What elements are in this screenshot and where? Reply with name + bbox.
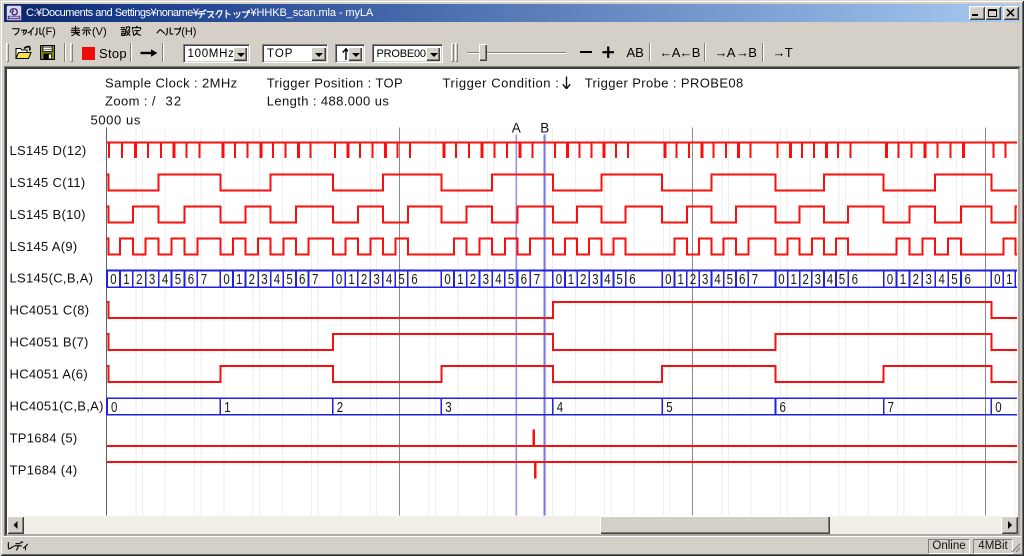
svg-text:LS145 A(9): LS145 A(9) [10, 239, 78, 254]
svg-text:2: 2 [470, 272, 476, 288]
svg-text:5: 5 [616, 272, 622, 288]
svg-text:Trigger Condition :: Trigger Condition : [443, 76, 560, 91]
svg-text:5: 5 [839, 272, 845, 288]
svg-text:7: 7 [752, 272, 758, 288]
svg-text:Trigger Probe : PROBE08: Trigger Probe : PROBE08 [585, 76, 744, 91]
svg-text:1: 1 [457, 272, 463, 288]
svg-text:6: 6 [299, 272, 305, 288]
svg-text:2: 2 [913, 272, 919, 288]
svg-text:4: 4 [557, 400, 563, 416]
svg-text:4: 4 [386, 272, 392, 288]
svg-text:4: 4 [604, 272, 610, 288]
svg-text:Zoom : /: Zoom : / [105, 94, 156, 109]
svg-text:2: 2 [361, 272, 367, 288]
svg-text:LS145(C,B,A): LS145(C,B,A) [10, 271, 94, 286]
svg-text:TP1684 (5): TP1684 (5) [10, 430, 78, 445]
svg-text:1: 1 [348, 272, 354, 288]
svg-text:3: 3 [815, 272, 821, 288]
svg-text:0: 0 [556, 272, 562, 288]
svg-text:2: 2 [249, 272, 255, 288]
svg-text:5: 5 [666, 400, 672, 416]
svg-text:3: 3 [483, 272, 489, 288]
svg-text:5: 5 [398, 272, 404, 288]
svg-text:6: 6 [852, 272, 858, 288]
svg-text:Length : 488.000 us: Length : 488.000 us [267, 94, 390, 109]
svg-text:3: 3 [592, 272, 598, 288]
svg-text:0: 0 [995, 400, 1001, 416]
svg-text:5: 5 [286, 272, 292, 288]
svg-text:4: 4 [714, 272, 720, 288]
svg-text:1: 1 [568, 272, 574, 288]
svg-text:4: 4 [939, 272, 945, 288]
svg-text:6: 6 [965, 272, 971, 288]
svg-text:1: 1 [123, 272, 129, 288]
svg-text:LS145 B(10): LS145 B(10) [10, 207, 86, 222]
svg-text:6: 6 [739, 272, 745, 288]
svg-text:2: 2 [580, 272, 586, 288]
svg-text:3: 3 [261, 272, 267, 288]
svg-text:4: 4 [495, 272, 501, 288]
svg-text:1: 1 [224, 400, 230, 416]
svg-text:1: 1 [900, 272, 906, 288]
svg-text:7: 7 [312, 272, 318, 288]
svg-text:5: 5 [727, 272, 733, 288]
svg-text:6: 6 [780, 400, 786, 416]
svg-text:6: 6 [521, 272, 527, 288]
svg-text:HC4051(C,B,A): HC4051(C,B,A) [10, 398, 104, 413]
svg-text:3: 3 [445, 400, 451, 416]
svg-text:1: 1 [791, 272, 797, 288]
svg-text:7: 7 [201, 272, 207, 288]
svg-text:0: 0 [994, 272, 1000, 288]
svg-text:5: 5 [951, 272, 957, 288]
svg-text:0: 0 [887, 272, 893, 288]
svg-text:6: 6 [629, 272, 635, 288]
svg-text:2: 2 [803, 272, 809, 288]
svg-text:3: 3 [926, 272, 932, 288]
svg-text:1: 1 [678, 272, 684, 288]
svg-text:0: 0 [665, 272, 671, 288]
svg-text:LS145 D(12): LS145 D(12) [10, 143, 87, 158]
svg-text:4: 4 [274, 272, 280, 288]
svg-text:HC4051 B(7): HC4051 B(7) [10, 335, 89, 350]
svg-text:0: 0 [336, 272, 342, 288]
svg-text:2: 2 [690, 272, 696, 288]
svg-text:7: 7 [888, 400, 894, 416]
svg-text:LS145 C(11): LS145 C(11) [10, 175, 86, 190]
svg-text:2: 2 [136, 272, 142, 288]
svg-text:0: 0 [110, 272, 116, 288]
svg-text:A: A [512, 121, 521, 136]
svg-text:2: 2 [337, 400, 343, 416]
svg-text:5: 5 [508, 272, 514, 288]
svg-text:3: 3 [373, 272, 379, 288]
svg-text:B: B [540, 121, 549, 136]
svg-text:0: 0 [778, 272, 784, 288]
svg-text:HC4051 A(6): HC4051 A(6) [10, 367, 88, 382]
svg-text:1: 1 [236, 272, 242, 288]
svg-text:0: 0 [444, 272, 450, 288]
svg-text:0: 0 [223, 272, 229, 288]
svg-text:3: 3 [702, 272, 708, 288]
svg-text:5: 5 [175, 272, 181, 288]
svg-text:4: 4 [827, 272, 833, 288]
svg-text:3: 3 [149, 272, 155, 288]
svg-text:0: 0 [111, 400, 117, 416]
svg-text:5000 us: 5000 us [91, 113, 141, 128]
svg-text:7: 7 [534, 272, 540, 288]
svg-text:Trigger Position : TOP: Trigger Position : TOP [267, 76, 403, 91]
svg-text:32: 32 [166, 94, 183, 109]
svg-text:Sample Clock : 2MHz: Sample Clock : 2MHz [105, 76, 238, 91]
svg-text:4: 4 [162, 272, 168, 288]
svg-text:6: 6 [411, 272, 417, 288]
svg-text:TP1684 (4): TP1684 (4) [10, 462, 78, 477]
svg-text:6: 6 [188, 272, 194, 288]
svg-text:HC4051 C(8): HC4051 C(8) [10, 303, 90, 318]
svg-text:1: 1 [1006, 272, 1012, 288]
